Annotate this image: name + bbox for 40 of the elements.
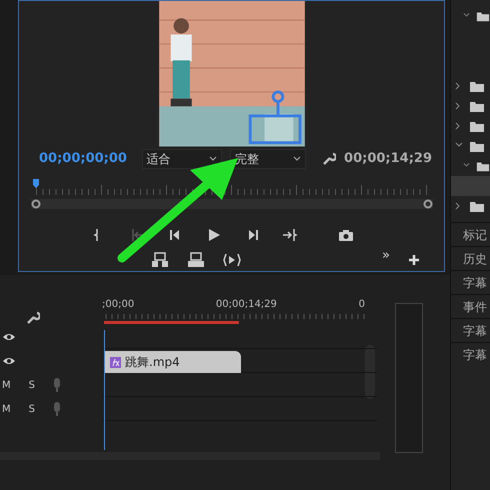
fx-icon (110, 356, 121, 368)
add-icon[interactable] (408, 254, 420, 266)
solo-button[interactable]: S (28, 378, 35, 392)
ruler-time-label: 0 (358, 298, 365, 312)
current-timecode[interactable]: 00;00;00;00 (39, 149, 134, 169)
eye-icon[interactable] (2, 331, 16, 343)
folder-icon[interactable] (469, 99, 485, 113)
mute-button[interactable]: M (2, 378, 11, 392)
more-button[interactable]: » (382, 246, 390, 266)
extract-icon[interactable] (187, 252, 205, 268)
scroll-handle[interactable] (422, 199, 432, 210)
panel-tab[interactable]: 字幕 (451, 270, 490, 294)
chevron-icon (208, 156, 217, 162)
duration-timecode: 00;00;14;29 (344, 150, 432, 168)
panel-tab[interactable]: 标记 (451, 222, 490, 246)
quality-dropdown[interactable]: 完整 (230, 148, 306, 169)
scroll-handle[interactable] (30, 199, 40, 210)
wrench-icon[interactable] (26, 311, 40, 325)
folder-icon[interactable] (469, 79, 485, 93)
zoom-scrollbar[interactable] (30, 199, 432, 210)
panel-tab[interactable]: 字幕 (451, 342, 490, 366)
panel-tab[interactable]: 字幕 (451, 318, 490, 342)
go-to-out-icon[interactable] (282, 226, 298, 243)
wrench-icon[interactable] (322, 152, 336, 166)
panel-tab[interactable]: 历史 (451, 246, 490, 270)
folder-icon[interactable] (469, 139, 485, 153)
eye-icon[interactable] (2, 355, 16, 367)
folder-icon[interactable] (469, 119, 485, 133)
video-clip[interactable]: 跳舞.mp4 (104, 351, 241, 373)
solo-button[interactable]: S (28, 402, 35, 416)
insert-clip-icon[interactable] (223, 252, 241, 268)
playhead-marker[interactable] (32, 179, 38, 188)
panel-tab[interactable]: 事件 (451, 294, 490, 318)
ruler-time-label: 00;00;14;29 (216, 298, 277, 312)
lift-icon[interactable] (151, 252, 169, 268)
zoom-dropdown[interactable]: 适合 (142, 148, 222, 169)
folder-icon[interactable] (469, 199, 485, 213)
mute-button[interactable]: M (2, 402, 11, 416)
chevron-icon (293, 156, 302, 162)
ruler-time-label: ;00;00 (102, 298, 134, 312)
